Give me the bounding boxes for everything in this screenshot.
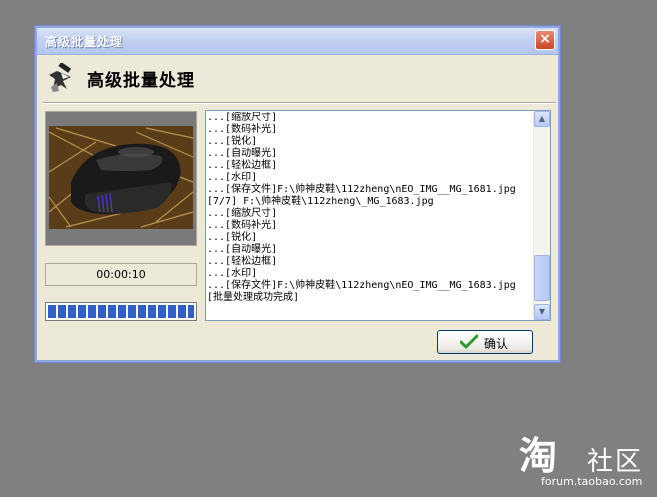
taobao-watermark: 淘 社区 forum.taobao.com (517, 433, 647, 493)
header-separator (43, 102, 556, 104)
log-line: ...[数码补光] (207, 124, 278, 135)
batch-process-dialog: 高级批量处理 × 高级批量处理 00:00:10 ...[缩放尺寸] ...[数… (34, 25, 561, 363)
progress-fill (48, 305, 194, 318)
log-line: [7/7] F:\帅神皮鞋\112zheng\_MG_1683.jpg (207, 196, 434, 207)
title-bar[interactable]: 高级批量处理 × (37, 28, 558, 55)
scroll-thumb[interactable] (534, 255, 550, 301)
log-text: ...[缩放尺寸] ...[数码补光] ...[锐化] ...[自动曝光] ...[轻松… (207, 112, 532, 319)
close-button[interactable]: × (535, 30, 555, 50)
log-line: ...[缩放尺寸] (207, 208, 278, 219)
shoe-photo (46, 112, 196, 245)
watermark-url: forum.taobao.com (541, 475, 643, 488)
log-scrollbar[interactable]: ▲ ▼ (533, 111, 550, 320)
log-line: ...[水印] (207, 172, 258, 183)
log-line: [批量处理成功完成] (207, 292, 300, 303)
ok-button[interactable]: 确认 (437, 330, 533, 354)
scroll-up-button[interactable]: ▲ (534, 111, 550, 127)
scroll-down-button[interactable]: ▼ (534, 304, 550, 320)
log-line: ...[保存文件]F:\帅神皮鞋\112zheng\nEO_IMG__MG_16… (207, 184, 516, 195)
log-line: ...[数码补光] (207, 220, 278, 231)
log-line: ...[水印] (207, 268, 258, 279)
checkmark-icon (460, 334, 478, 349)
log-line: ...[自动曝光] (207, 148, 278, 159)
log-box[interactable]: ...[缩放尺寸] ...[数码补光] ...[锐化] ...[自动曝光] ...[轻松… (205, 110, 551, 321)
elapsed-time: 00:00:10 (45, 263, 197, 286)
dialog-header: 高级批量处理 (37, 55, 558, 101)
log-line: ...[保存文件]F:\帅神皮鞋\112zheng\nEO_IMG__MG_16… (207, 280, 516, 291)
watermark-text: 社区 (587, 447, 644, 477)
log-line: ...[轻松边框] (207, 160, 278, 171)
batch-process-icon (49, 63, 72, 92)
progress-bar (45, 302, 197, 321)
taobao-logo: 淘 (519, 434, 557, 477)
window-title: 高级批量处理 (45, 35, 124, 49)
log-line: ...[轻松边框] (207, 256, 278, 267)
log-line: ...[锐化] (207, 232, 258, 243)
preview-image (45, 111, 197, 246)
log-line: ...[锐化] (207, 136, 258, 147)
ok-button-label: 确认 (484, 337, 509, 351)
header-title: 高级批量处理 (87, 71, 195, 91)
log-line: ...[自动曝光] (207, 244, 278, 255)
watermark-logo-char: 淘 (519, 434, 557, 477)
log-line: ...[缩放尺寸] (207, 112, 278, 123)
